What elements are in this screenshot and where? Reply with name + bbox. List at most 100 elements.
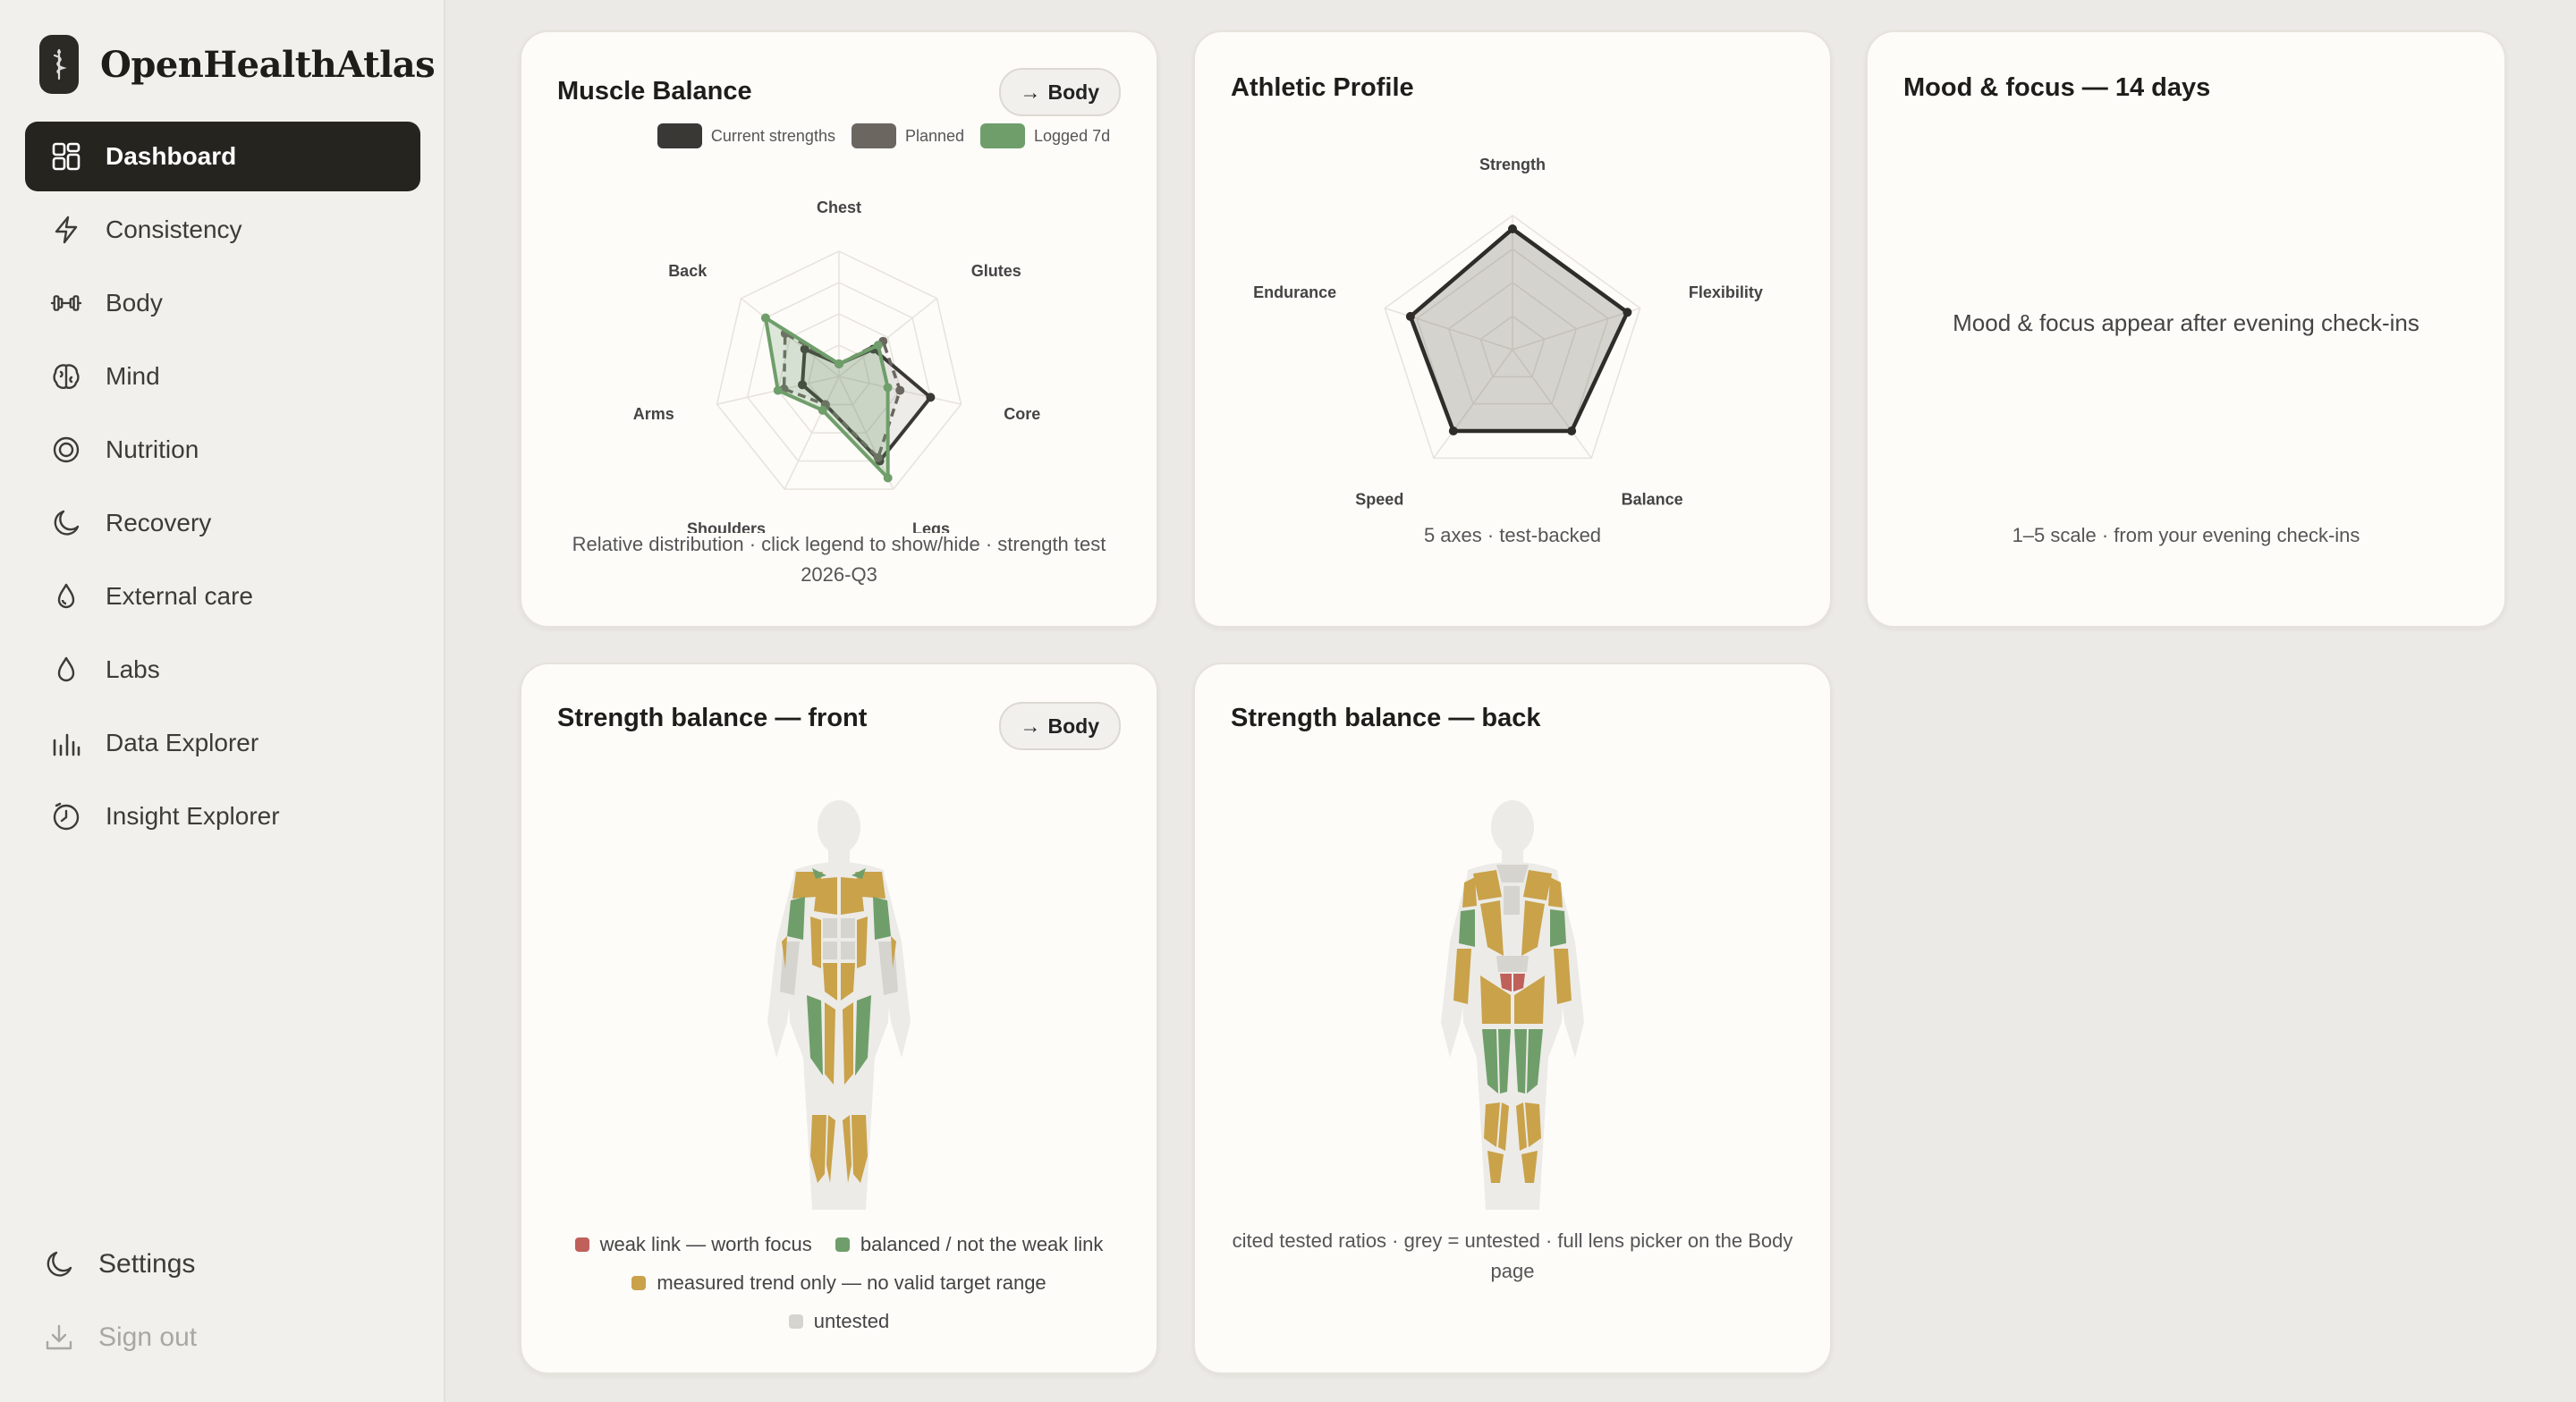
radar-point <box>773 385 783 395</box>
dashboard-grid-icon <box>50 140 82 173</box>
axis-label-balance: Balance <box>1622 490 1683 508</box>
brain-icon <box>50 360 82 393</box>
muscle-balance-radar-chart: ChestGlutesCoreLegsShouldersArmsBack <box>633 198 1041 533</box>
clock-icon <box>50 800 82 832</box>
radar-point <box>883 473 893 483</box>
lightning-icon <box>50 214 82 246</box>
brand[interactable]: OpenHealthAtlas <box>39 34 436 95</box>
legend-label: untested <box>813 1310 890 1332</box>
axis-label-speed: Speed <box>1355 490 1403 508</box>
card-caption: 1–5 scale · from your evening check-ins <box>2012 524 2360 546</box>
axis-label-flexibility: Flexibility <box>1689 283 1763 301</box>
card-title: Strength balance — back <box>1231 704 1541 732</box>
legend-dot <box>574 1237 589 1252</box>
moon-icon <box>50 507 82 539</box>
card-caption: 5 axes · test-backed <box>1423 524 1602 546</box>
drop-icon <box>50 580 82 612</box>
sidebar-item-label: Labs <box>106 655 160 683</box>
sidebar-item-label: Mind <box>106 362 160 390</box>
settings-label: Settings <box>98 1249 196 1279</box>
strength-status-legend: weak link — worth focus balanced / not t… <box>539 1226 1139 1341</box>
app-name: OpenHealthAtlas <box>100 43 436 86</box>
radar-point <box>1508 224 1517 233</box>
button-label: Body <box>1047 714 1100 738</box>
caduceus-logo-icon <box>39 35 79 94</box>
card-title: Mood & focus — 14 days <box>1903 73 2211 102</box>
axis-label-arms: Arms <box>633 405 674 423</box>
strength-back-card: Strength balance — back cited tested rat… <box>1193 663 1832 1374</box>
radar-point <box>835 359 843 368</box>
main-nav: Dashboard Consistency Body Mind Nutritio… <box>25 122 420 855</box>
sidebar-item-insight-explorer[interactable]: Insight Explorer <box>25 781 420 851</box>
sidebar-item-label: External care <box>106 582 253 610</box>
sidebar-item-dashboard[interactable]: Dashboard <box>25 122 420 191</box>
download-icon <box>43 1322 75 1354</box>
legend-dot <box>835 1237 850 1252</box>
sidebar-item-label: Data Explorer <box>106 729 259 756</box>
radar-point <box>1405 311 1415 321</box>
radar-series-profile <box>1408 226 1630 434</box>
axis-label-chest: Chest <box>817 198 861 216</box>
legend-weak-link: weak link — worth focus <box>574 1226 812 1263</box>
sidebar-item-mind[interactable]: Mind <box>25 342 420 411</box>
sign-out-button[interactable]: Sign out <box>39 1302 197 1373</box>
sidebar-item-label: Nutrition <box>106 435 199 463</box>
go-to-body-button[interactable]: → Body <box>998 702 1121 750</box>
sidebar-item-label: Insight Explorer <box>106 802 280 830</box>
sidebar-item-external-care[interactable]: External care <box>25 562 420 631</box>
mood-focus-card: Mood & focus — 14 days Mood & focus appe… <box>1866 30 2506 628</box>
target-icon <box>50 434 82 466</box>
legend-label: weak link — worth focus <box>599 1233 812 1255</box>
drop-icon <box>50 654 82 686</box>
bar-chart-icon <box>50 727 82 759</box>
card-caption: Relative distribution · click legend to … <box>572 533 1106 586</box>
radar-point <box>1567 427 1577 436</box>
athletic-profile-radar-chart: Strength Flexibility Balance Speed Endurance <box>1253 156 1763 508</box>
sidebar-item-recovery[interactable]: Recovery <box>25 488 420 558</box>
card-title: Strength balance — front <box>557 704 868 732</box>
legend-dot <box>788 1314 803 1329</box>
axis-label-glutes: Glutes <box>971 262 1021 280</box>
sidebar-item-nutrition[interactable]: Nutrition <box>25 415 420 485</box>
radar-point <box>818 405 827 415</box>
sidebar-footer: Settings Sign out <box>39 1229 197 1375</box>
sidebar-item-label: Dashboard <box>106 142 237 170</box>
sidebar-item-data-explorer[interactable]: Data Explorer <box>25 708 420 778</box>
body-front-diagram <box>767 800 911 1210</box>
dumbbell-icon <box>50 287 82 319</box>
empty-state-message: Mood & focus appear after evening check-… <box>1953 309 2419 336</box>
legend-untested: untested <box>788 1303 890 1340</box>
legend-label: measured trend only — no valid target ra… <box>657 1271 1046 1294</box>
legend-trend-only: measured trend only — no valid target ra… <box>631 1264 1046 1302</box>
moon-icon <box>43 1248 75 1280</box>
radar-point <box>883 383 893 393</box>
axis-label-core: Core <box>1004 405 1040 423</box>
sidebar: OpenHealthAtlas Dashboard Consistency Bo… <box>0 0 445 1402</box>
legend-balanced: balanced / not the weak link <box>835 1226 1104 1263</box>
arrow-right-icon: → <box>1020 714 1041 738</box>
radar-point <box>760 313 770 323</box>
sidebar-item-label: Consistency <box>106 215 242 243</box>
settings-button[interactable]: Settings <box>39 1229 197 1300</box>
legend-dot <box>631 1276 647 1290</box>
sidebar-item-labs[interactable]: Labs <box>25 635 420 705</box>
axis-label-back: Back <box>668 262 708 280</box>
sign-out-label: Sign out <box>98 1322 198 1352</box>
sidebar-item-label: Body <box>106 289 163 317</box>
sidebar-item-label: Recovery <box>106 509 212 536</box>
body-back-diagram <box>1441 800 1584 1210</box>
radar-point <box>895 385 905 395</box>
radar-point <box>1623 308 1632 317</box>
axis-label-strength: Strength <box>1479 156 1546 173</box>
radar-point <box>873 341 883 350</box>
athletic-profile-card: Athletic Profile Strength Flexibility Bala… <box>1193 30 1832 628</box>
legend-label: balanced / not the weak link <box>860 1233 1104 1255</box>
strength-front-card: Strength balance — front → Body weak lin… <box>520 663 1158 1374</box>
axis-label-endurance: Endurance <box>1253 283 1336 301</box>
sidebar-item-body[interactable]: Body <box>25 268 420 338</box>
radar-point <box>926 393 936 402</box>
card-caption: cited tested ratios · grey = untested · … <box>1232 1229 1793 1282</box>
muscle-balance-card: Muscle Balance → Body Current strengths … <box>520 30 1158 628</box>
radar-point <box>1448 427 1458 436</box>
sidebar-item-consistency[interactable]: Consistency <box>25 195 420 265</box>
